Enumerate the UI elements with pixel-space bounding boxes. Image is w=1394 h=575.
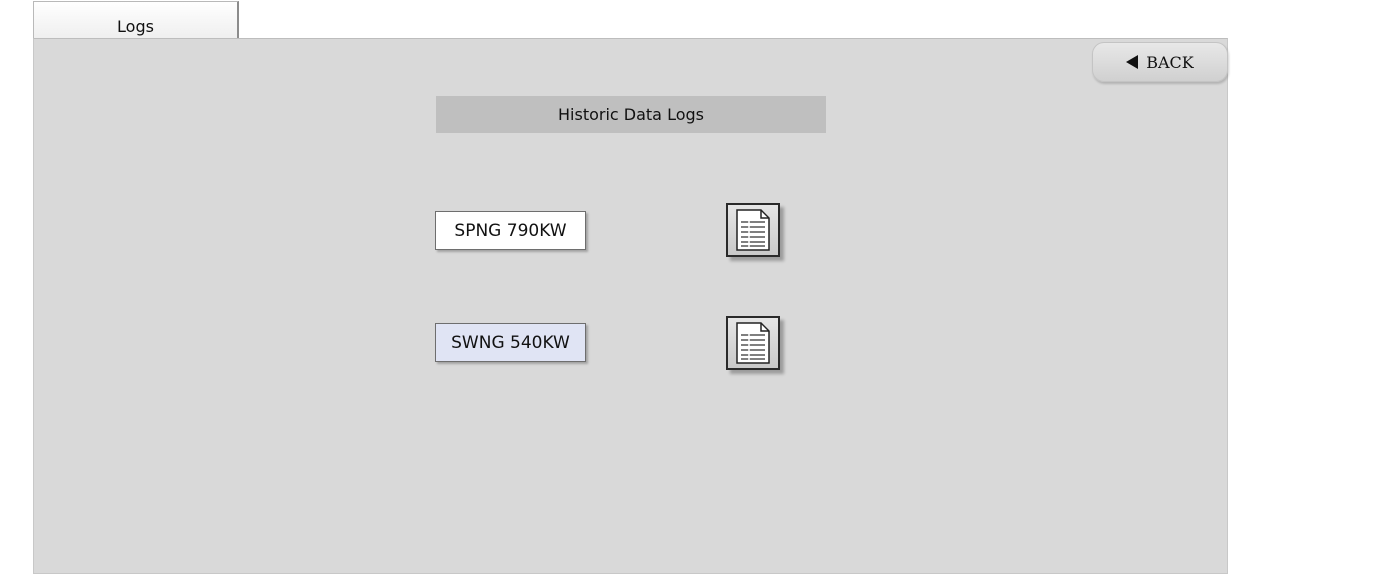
document-icon <box>736 209 770 251</box>
page-title: Historic Data Logs <box>558 105 704 124</box>
back-button-label: BACK <box>1146 52 1194 72</box>
swng-540kw-log-button[interactable] <box>726 316 780 370</box>
spng-790kw-log-button[interactable] <box>726 203 780 257</box>
back-arrow-icon <box>1126 55 1139 69</box>
logs-screen: Logs BACK Historic Data Logs SPNG 790KW … <box>0 0 1394 575</box>
document-icon <box>736 322 770 364</box>
tab-logs-label: Logs <box>117 16 154 36</box>
swng-540kw-label: SWNG 540KW <box>451 332 570 353</box>
tab-logs[interactable]: Logs <box>33 1 239 38</box>
page-title-bar: Historic Data Logs <box>436 96 826 133</box>
spng-790kw-label: SPNG 790KW <box>454 220 567 241</box>
spng-790kw-button[interactable]: SPNG 790KW <box>435 211 586 250</box>
swng-540kw-button[interactable]: SWNG 540KW <box>435 323 586 362</box>
back-button[interactable]: BACK <box>1092 42 1228 82</box>
